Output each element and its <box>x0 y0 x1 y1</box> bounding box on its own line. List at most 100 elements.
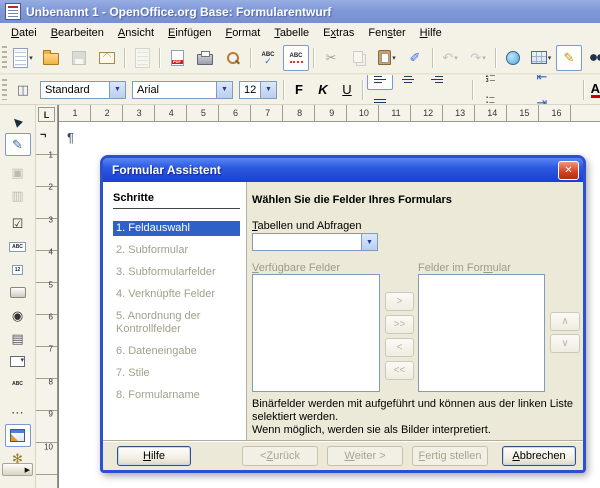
dialog-titlebar[interactable]: Formular Assistent ✕ <box>103 158 583 182</box>
copy-button[interactable] <box>346 45 372 71</box>
move-down-button[interactable]: ∨ <box>550 334 580 353</box>
decrease-indent-button[interactable]: ⇤ <box>529 75 555 90</box>
paragraph-style-combo[interactable]: Standard ▼ <box>40 81 126 99</box>
save-button[interactable] <box>66 45 92 71</box>
bullet-list-button[interactable]: • — • — • — <box>477 90 503 105</box>
print-button[interactable] <box>192 45 218 71</box>
window-titlebar[interactable]: Unbenannt 1 - OpenOffice.org Base: Formu… <box>0 0 600 23</box>
new-document-button[interactable]: ▾ <box>10 45 36 71</box>
menu-bearbeiten[interactable]: Bearbeiten <box>44 25 111 41</box>
paste-button[interactable]: ▾ <box>374 45 400 71</box>
dropdown-caret-icon[interactable]: ▾ <box>392 54 396 62</box>
edit-file-button[interactable] <box>129 45 155 71</box>
menu-hilfe[interactable]: Hilfe <box>413 25 449 41</box>
fields-in-form-list[interactable] <box>418 274 545 392</box>
toolbar-overflow-button[interactable]: ▶ <box>2 463 33 476</box>
underline-button[interactable]: U <box>336 79 358 101</box>
menu-ansicht[interactable]: Ansicht <box>111 25 161 41</box>
menu-extras[interactable]: Extras <box>316 25 361 41</box>
open-button[interactable] <box>38 45 64 71</box>
menu-format[interactable]: Format <box>218 25 267 41</box>
align-center-button[interactable] <box>395 75 421 90</box>
undo-button[interactable]: ↶▾ <box>437 45 463 71</box>
send-email-button[interactable] <box>94 45 120 71</box>
dropdown-caret-icon[interactable]: ▾ <box>482 54 486 62</box>
find-replace-button[interactable] <box>584 45 600 71</box>
align-justify-button[interactable] <box>367 90 393 106</box>
move-up-button[interactable]: ∧ <box>550 312 580 331</box>
menu-tabelle[interactable]: Tabelle <box>267 25 316 41</box>
redo-button[interactable]: ↷▾ <box>465 45 491 71</box>
remove-field-button[interactable]: < <box>385 338 414 357</box>
vertical-ruler[interactable]: L ¬ 12345678910 <box>36 105 58 488</box>
chevron-down-icon[interactable]: ▼ <box>216 82 232 98</box>
format-paintbrush-button[interactable]: ✐ <box>402 45 428 71</box>
list-box-button[interactable]: ▤ <box>5 327 31 350</box>
cut-button[interactable]: ✂ <box>318 45 344 71</box>
next-button[interactable]: Weiter > <box>327 446 403 466</box>
chevron-down-icon[interactable]: ▼ <box>109 82 125 98</box>
tables-and-queries-combo[interactable]: ▼ <box>252 233 378 251</box>
page-preview-button[interactable] <box>220 45 246 71</box>
step-2-subformular[interactable]: 2. Subformular <box>113 243 240 258</box>
cancel-button[interactable]: Abbrechen <box>502 446 576 466</box>
tab-selector[interactable]: L <box>38 107 55 122</box>
checkbox-field-button[interactable]: ☑ <box>5 212 31 235</box>
export-pdf-button[interactable] <box>164 45 190 71</box>
spellcheck-button[interactable]: ABC <box>255 45 281 71</box>
horizontal-ruler[interactable]: 12345678910111213141516 <box>59 105 600 122</box>
close-icon[interactable]: ✕ <box>558 161 579 180</box>
chevron-down-icon[interactable]: ▼ <box>361 234 377 250</box>
hyperlink-button[interactable] <box>500 45 526 71</box>
control-properties-button[interactable]: ▣ <box>5 161 31 184</box>
dropdown-caret-icon[interactable]: ▾ <box>29 54 33 62</box>
form-design-button[interactable] <box>5 424 31 447</box>
align-right-button[interactable] <box>423 75 449 90</box>
bold-button[interactable]: F <box>288 79 310 101</box>
step-3-subformularfelder[interactable]: 3. Subformularfelder <box>113 265 240 280</box>
menu-fenster[interactable]: Fenster <box>361 25 412 41</box>
step-4-verknuepfte-felder[interactable]: 4. Verknüpfte Felder <box>113 287 240 302</box>
select-pointer-button[interactable]: ▶ <box>5 110 31 133</box>
toolbar-grip[interactable] <box>2 46 7 69</box>
formatted-field-button[interactable]: 12 <box>5 258 31 281</box>
step-5-anordnung-der-kontrollfelder[interactable]: 5. Anordnung der Kontrollfelder <box>113 309 240 337</box>
form-properties-button[interactable]: ▥ <box>5 184 31 207</box>
combo-box-button[interactable] <box>5 350 31 373</box>
menu-datei[interactable]: Datei <box>4 25 44 41</box>
font-size-combo[interactable]: 12 ▼ <box>239 81 277 99</box>
insert-table-button[interactable]: ▾ <box>528 45 554 71</box>
back-button[interactable]: < Zurück <box>242 446 318 466</box>
step-1-feldauswahl[interactable]: 1. Feldauswahl <box>113 221 240 236</box>
option-button-button[interactable]: ◉ <box>5 304 31 327</box>
numbered-list-button[interactable]: 1 — 2 — 3 — <box>477 75 503 90</box>
menu-einfuegen[interactable]: Einfügen <box>161 25 218 41</box>
add-field-button[interactable]: > <box>385 292 414 311</box>
hyperlink-icon <box>506 51 520 65</box>
add-all-fields-button[interactable]: >> <box>385 315 414 334</box>
toolbar-grip[interactable] <box>2 79 7 100</box>
align-left-button[interactable] <box>367 75 393 90</box>
dropdown-caret-icon[interactable]: ▾ <box>454 54 458 62</box>
dropdown-caret-icon[interactable]: ▾ <box>548 54 552 62</box>
label-field-button[interactable]: ABC <box>5 373 31 396</box>
push-button-button[interactable] <box>5 281 31 304</box>
italic-button[interactable]: K <box>312 79 334 101</box>
text-box-button[interactable]: ABC <box>5 235 31 258</box>
step-8-formularname[interactable]: 8. Formularname <box>113 388 240 403</box>
remove-all-fields-button[interactable]: << <box>385 361 414 380</box>
step-7-stile[interactable]: 7. Stile <box>113 366 240 381</box>
increase-indent-button[interactable]: ⇥ <box>529 90 555 106</box>
font-name-combo[interactable]: Arial ▼ <box>132 81 233 99</box>
apply-style-icon[interactable]: ◫ <box>10 77 36 103</box>
autospellcheck-button[interactable]: ABC <box>283 45 309 71</box>
finish-button[interactable]: Fertig stellen <box>412 446 488 466</box>
help-button[interactable]: Hilfe <box>117 446 191 466</box>
available-fields-list[interactable] <box>252 274 380 392</box>
more-controls-button[interactable]: ⋯ <box>5 401 31 424</box>
font-color-button[interactable]: A <box>591 82 600 98</box>
chevron-down-icon[interactable]: ▼ <box>260 82 276 98</box>
design-mode-toggle-button[interactable]: ✎ <box>5 133 31 156</box>
step-6-dateneingabe[interactable]: 6. Dateneingabe <box>113 344 240 359</box>
draw-functions-button[interactable]: ✎ <box>556 45 582 71</box>
